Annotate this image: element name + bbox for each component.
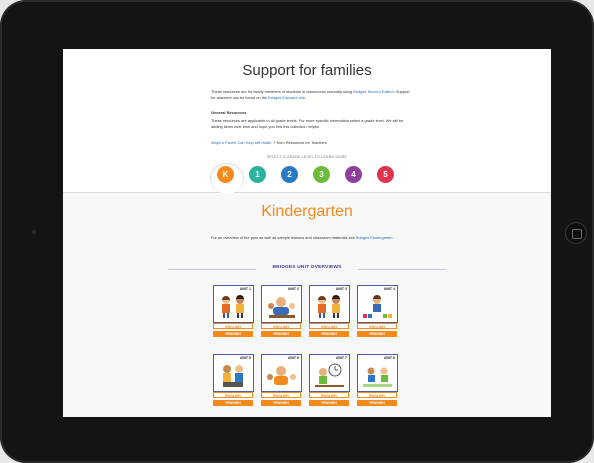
english-button[interactable]: ENGLISH [309, 323, 349, 329]
spanish-button[interactable]: SPANISH [309, 331, 349, 337]
children-illustration-icon [318, 295, 340, 318]
unit-card[interactable]: UNIT 3 [309, 285, 350, 323]
grade-4-button[interactable]: 4 [345, 166, 362, 183]
unit-label: UNIT 7 [335, 356, 347, 360]
grade-1-label: 1 [255, 170, 260, 179]
children-playing-icon [363, 367, 392, 387]
child-with-clock-icon [315, 363, 344, 387]
screen: Support for families These resources are… [63, 49, 551, 417]
unit-label: UNIT 3 [335, 287, 347, 291]
select-grade-label: SELECT A GRADE LEVEL TO LEARN MORE [266, 155, 348, 159]
grade-1-button[interactable]: 1 [249, 166, 266, 183]
children-illustration-icon [222, 295, 244, 318]
grade-3-label: 3 [319, 170, 324, 179]
kindergarten-section [63, 193, 551, 417]
spanish-button[interactable]: SPANISH [261, 331, 301, 337]
english-button[interactable]: ENGLISH [309, 392, 349, 398]
grade-2-label: 2 [287, 170, 292, 179]
external-link-icon: ↗ [272, 140, 276, 145]
parent-help-row: Ways a Parent Can Help with Math ↗ from … [211, 140, 411, 146]
english-button[interactable]: ENGLISH [213, 323, 253, 329]
unit-card[interactable]: UNIT 2 [261, 285, 302, 323]
grade-2-button[interactable]: 2 [281, 166, 298, 183]
parent-help-link[interactable]: Ways a Parent Can Help with Math [211, 140, 271, 145]
intro-text: These resources are for family members o… [211, 89, 411, 100]
unit-card[interactable]: UNIT 7 [309, 354, 350, 392]
parent-help-suffix: from Resources for Teachers [276, 140, 327, 145]
home-button[interactable] [565, 222, 587, 244]
page-title: Support for families [242, 62, 372, 79]
unit-label: UNIT 8 [383, 356, 395, 360]
intro-line: These resources are for family members o… [211, 89, 353, 94]
general-resources-text: These resources are applicable to all gr… [211, 118, 404, 129]
unit-label: UNIT 1 [239, 287, 251, 291]
general-resources-heading: General Resources [211, 110, 247, 115]
spanish-button[interactable]: SPANISH [357, 331, 397, 337]
children-illustration-icon [223, 365, 243, 387]
kindergarten-desc-prefix: see [348, 235, 355, 240]
spanish-button[interactable]: SPANISH [213, 400, 253, 406]
unit-overviews-heading: BRIDGES UNIT OVERVIEWS [168, 265, 446, 273]
grade-heading: Kindergarten [261, 203, 353, 220]
grade-4-label: 4 [351, 170, 356, 179]
unit-label: UNIT 5 [239, 356, 251, 360]
kindergarten-desc: For an overview of the year as well as s… [211, 235, 411, 241]
spanish-button[interactable]: SPANISH [309, 400, 349, 406]
kindergarten-desc-line: For an overview of the year as well as s… [211, 235, 348, 240]
grade-3-button[interactable]: 3 [313, 166, 330, 183]
children-illustration-icon [268, 297, 295, 318]
spanish-button[interactable]: SPANISH [213, 331, 253, 337]
english-button[interactable]: ENGLISH [261, 392, 301, 398]
english-button[interactable]: ENGLISH [261, 323, 301, 329]
english-button[interactable]: ENGLISH [357, 323, 397, 329]
unit-card[interactable]: UNIT 4 [357, 285, 398, 323]
spanish-button[interactable]: SPANISH [357, 400, 397, 406]
camera-icon [32, 230, 36, 234]
bridges-second-edition-link[interactable]: Bridges Second Edition [353, 89, 393, 94]
children-illustration-icon [267, 366, 296, 385]
tablet-frame: Support for families These resources are… [0, 0, 594, 463]
unit-card[interactable]: UNIT 5 [213, 354, 254, 392]
child-with-blocks-icon [363, 295, 392, 318]
unit-overviews-title: BRIDGES UNIT OVERVIEWS [272, 265, 342, 270]
unit-label: UNIT 6 [287, 356, 299, 360]
english-button[interactable]: ENGLISH [213, 392, 253, 398]
bridges-kindergarten-link[interactable]: Bridges Kindergarten [356, 235, 393, 240]
intro-line-c: . [305, 94, 307, 100]
unit-label: UNIT 2 [287, 287, 299, 291]
kindergarten-desc-suffix: . [392, 235, 394, 240]
bridges-educator-link[interactable]: Bridges Educator site [268, 95, 305, 100]
grade-5-label: 5 [383, 170, 388, 179]
unit-label: UNIT 4 [383, 287, 395, 291]
grade-5-button[interactable]: 5 [377, 166, 394, 183]
unit-card[interactable]: UNIT 8 [357, 354, 398, 392]
grade-k-label: K [222, 170, 229, 179]
unit-card[interactable]: UNIT 6 [261, 354, 302, 392]
english-button[interactable]: ENGLISH [357, 392, 397, 398]
spanish-button[interactable]: SPANISH [261, 400, 301, 406]
grade-selector: K 1 2 3 4 5 [210, 163, 406, 194]
unit-card[interactable]: UNIT 1 [213, 285, 254, 323]
grade-k-button[interactable]: K [217, 166, 234, 183]
